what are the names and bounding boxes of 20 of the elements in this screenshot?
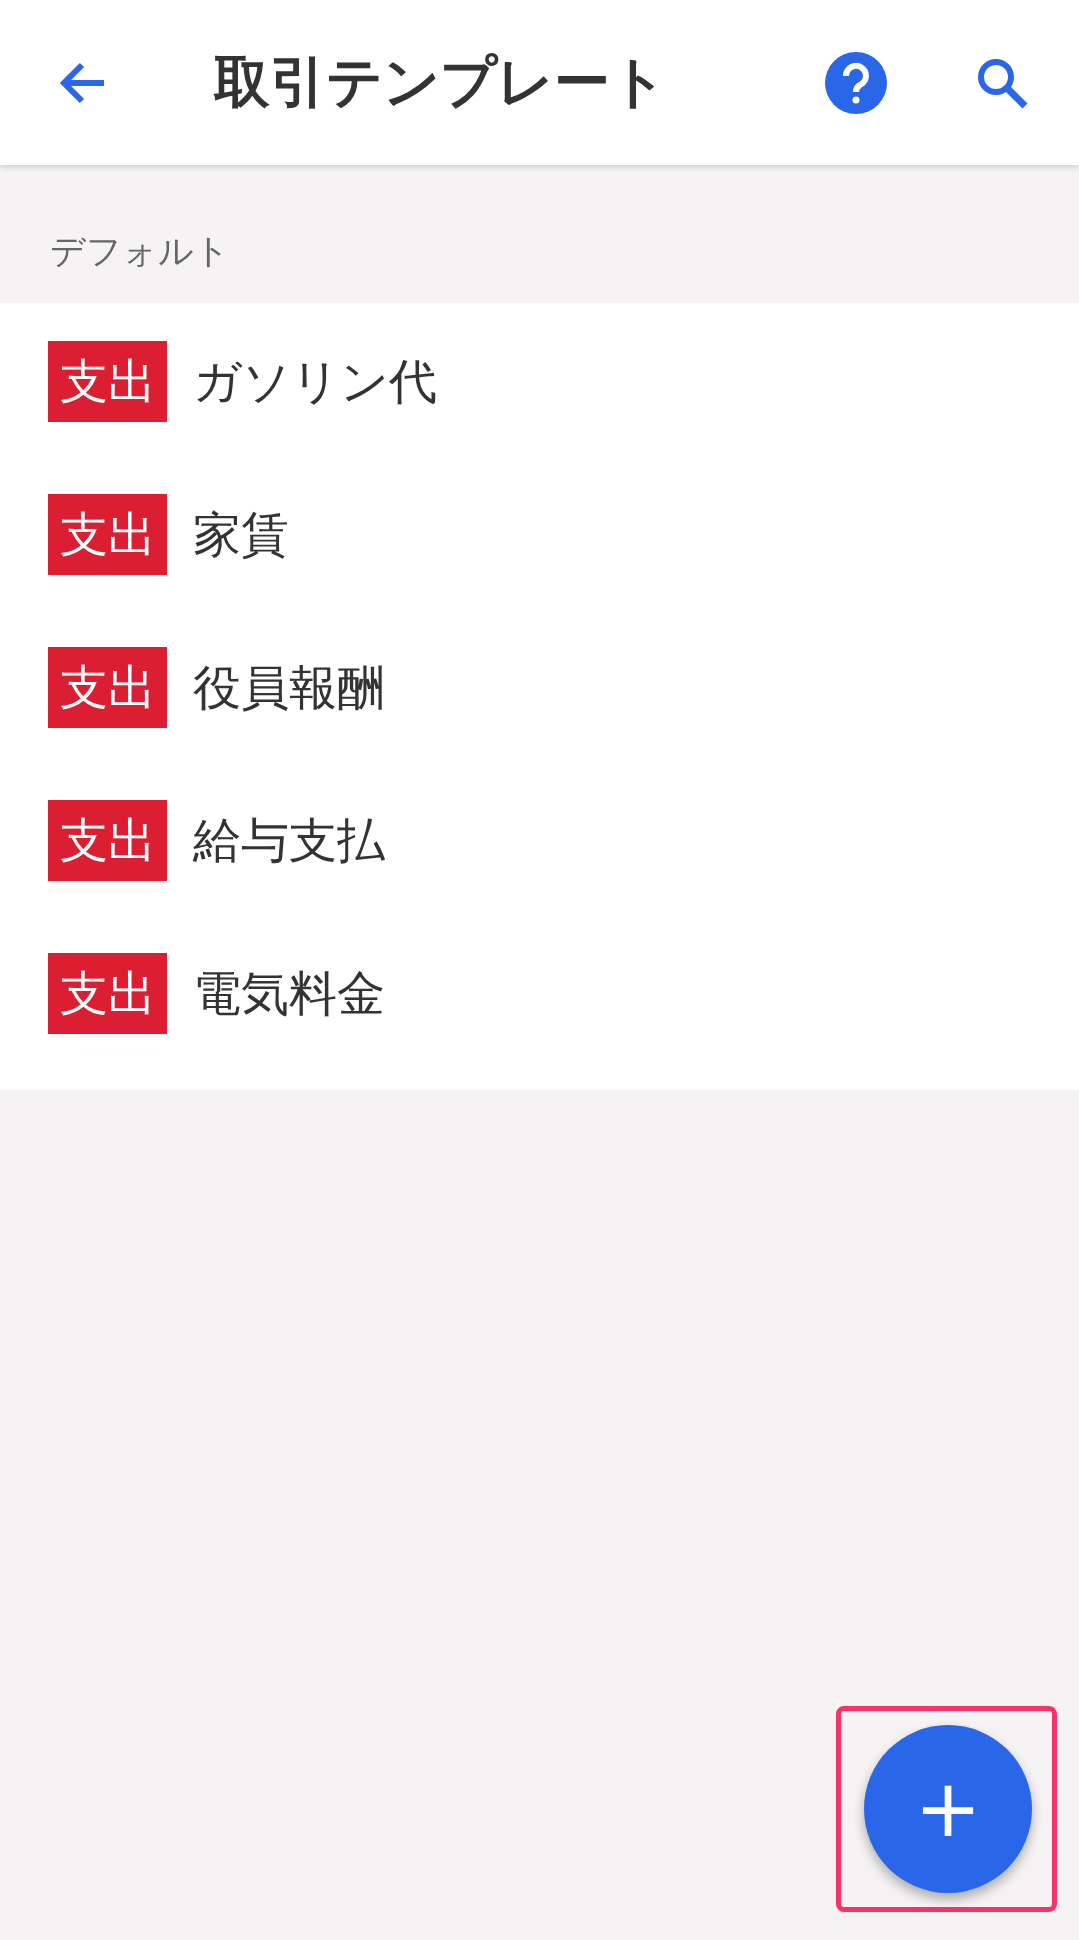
expense-tag: 支出 xyxy=(48,494,167,575)
template-item[interactable]: 支出 ガソリン代 xyxy=(0,305,1079,458)
template-name: 給与支払 xyxy=(193,810,385,870)
template-item[interactable]: 支出 役員報酬 xyxy=(0,611,1079,764)
expense-tag: 支出 xyxy=(48,341,167,422)
template-name: 電気料金 xyxy=(193,963,385,1023)
template-name: 役員報酬 xyxy=(193,657,385,717)
expense-tag: 支出 xyxy=(48,800,167,881)
template-item[interactable]: 支出 給与支払 xyxy=(0,764,1079,917)
expense-tag: 支出 xyxy=(48,953,167,1034)
help-button[interactable] xyxy=(825,51,887,114)
template-item[interactable]: 支出 家賃 xyxy=(0,458,1079,611)
section-header: デフォルト xyxy=(50,230,230,273)
template-item[interactable]: 支出 電気料金 xyxy=(0,917,1079,1070)
template-name: ガソリン代 xyxy=(193,351,437,411)
template-name: 家賃 xyxy=(193,504,289,564)
screen-title: 取引テンプレート xyxy=(214,47,668,116)
add-button[interactable]: + xyxy=(864,1725,1032,1893)
expense-tag: 支出 xyxy=(48,647,167,728)
help-icon xyxy=(825,51,887,114)
